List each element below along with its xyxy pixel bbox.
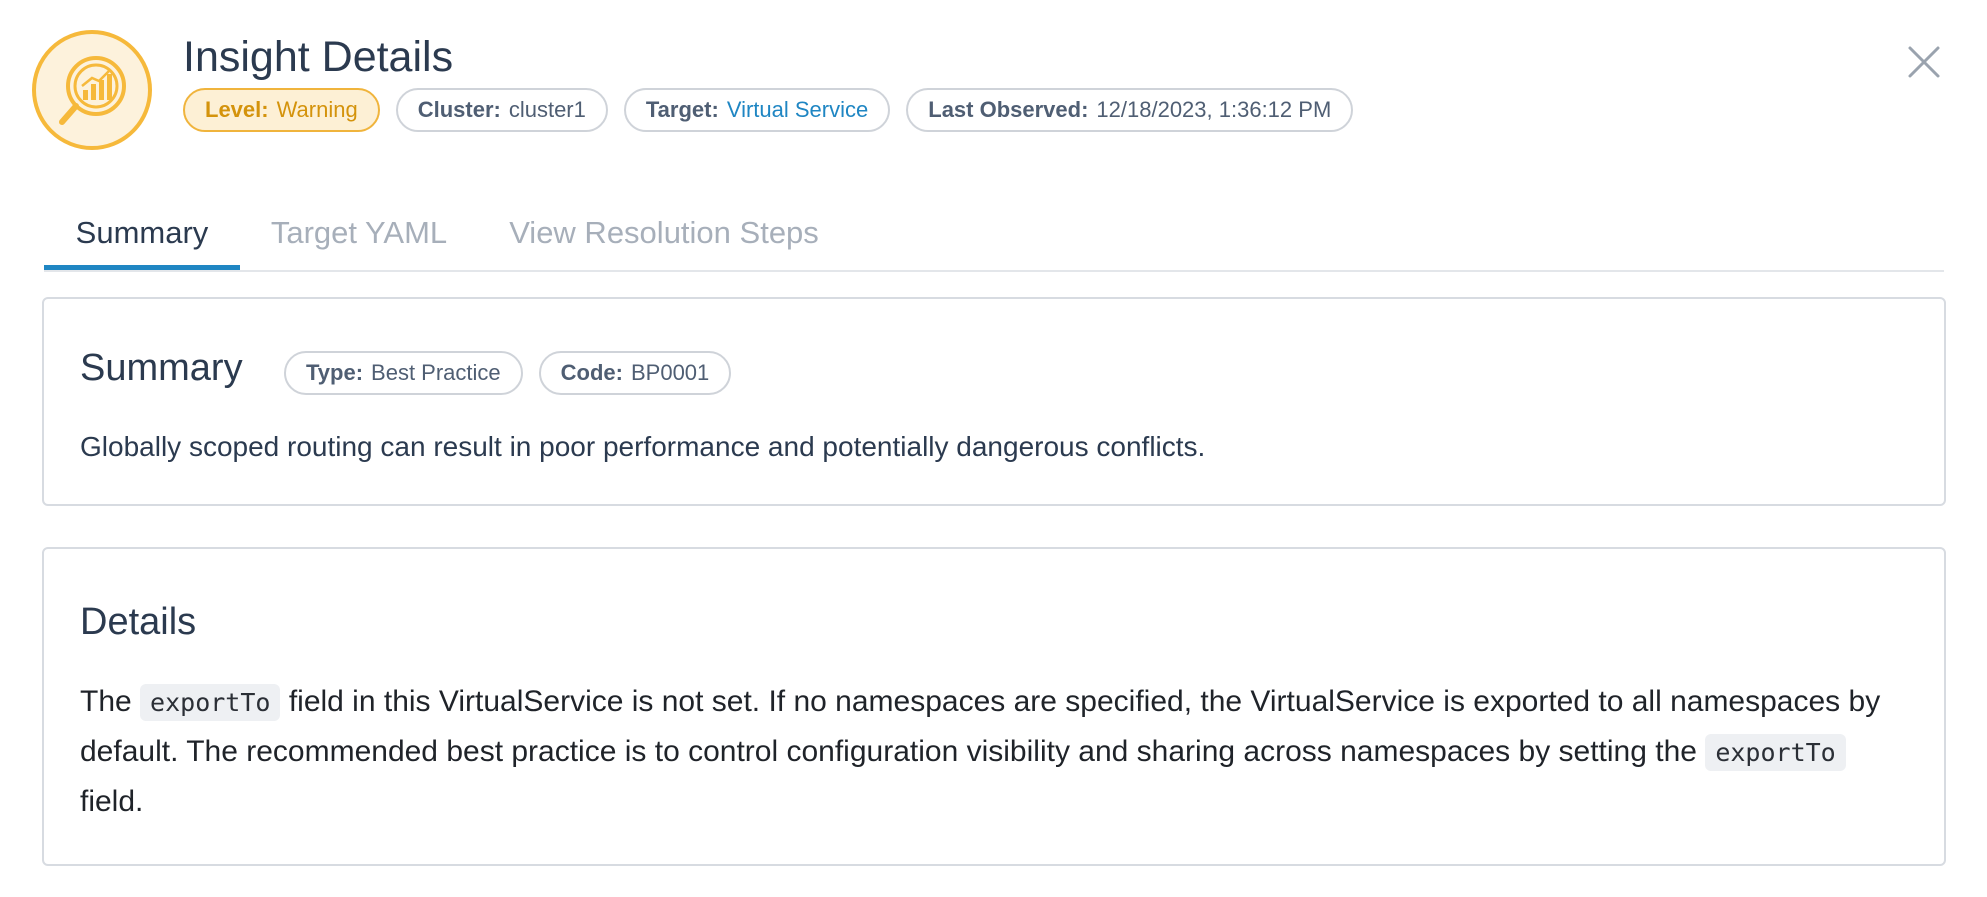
- details-text-part: The: [80, 685, 132, 718]
- details-text-part: field in this VirtualService is not set.…: [80, 685, 1881, 768]
- modal-header: Insight Details Level: Warning Cluster: …: [0, 0, 1987, 160]
- summary-card: Summary Type: Best Practice Code: BP0001…: [42, 297, 1946, 506]
- last-observed-chip-key: Last Observed:: [928, 97, 1089, 122]
- last-observed-chip-value: 12/18/2023, 1:36:12 PM: [1096, 97, 1332, 122]
- target-chip[interactable]: Target: Virtual Service: [623, 88, 891, 132]
- cluster-chip-value: cluster1: [508, 97, 586, 122]
- inline-code: exportTo: [140, 684, 281, 721]
- cluster-chip-key: Cluster:: [417, 97, 501, 122]
- cluster-chip: Cluster: cluster1: [395, 88, 608, 132]
- level-chip-value: Warning: [276, 97, 358, 122]
- summary-chips: Type: Best Practice Code: BP0001: [284, 351, 732, 395]
- summary-card-title: Summary: [80, 347, 243, 389]
- type-chip: Type: Best Practice: [284, 351, 523, 395]
- close-button[interactable]: [1904, 42, 1944, 82]
- tab-view-resolution-steps[interactable]: View Resolution Steps: [504, 196, 824, 270]
- type-chip-key: Type:: [306, 360, 364, 385]
- details-card-title: Details: [80, 601, 197, 643]
- tab-bar: Summary Target YAML View Resolution Step…: [44, 196, 1944, 272]
- details-card: Details The exportTo field in this Virtu…: [42, 547, 1946, 866]
- target-chip-key: Target:: [645, 97, 719, 122]
- level-chip: Level: Warning: [183, 88, 380, 132]
- summary-text: Globally scoped routing can result in po…: [80, 431, 1206, 462]
- close-icon[interactable]: [1904, 42, 1944, 82]
- level-chip-key: Level:: [205, 97, 269, 122]
- modal-title: Insight Details: [183, 33, 454, 81]
- last-observed-chip: Last Observed: 12/18/2023, 1:36:12 PM: [906, 88, 1354, 132]
- tab-summary[interactable]: Summary: [44, 196, 240, 270]
- insight-meta-chips: Level: Warning Cluster: cluster1 Target:…: [183, 88, 1354, 132]
- details-text: The exportTo field in this VirtualServic…: [80, 677, 1910, 826]
- code-chip-key: Code:: [560, 360, 623, 385]
- code-chip: Code: BP0001: [538, 351, 732, 395]
- type-chip-value: Best Practice: [371, 360, 501, 385]
- target-link[interactable]: Virtual Service: [727, 97, 868, 123]
- details-text-part: field.: [80, 785, 144, 818]
- code-chip-value: BP0001: [630, 360, 710, 385]
- insight-chart-magnifier-icon: [32, 30, 152, 150]
- inline-code: exportTo: [1705, 734, 1846, 771]
- tab-target-yaml[interactable]: Target YAML: [266, 196, 452, 270]
